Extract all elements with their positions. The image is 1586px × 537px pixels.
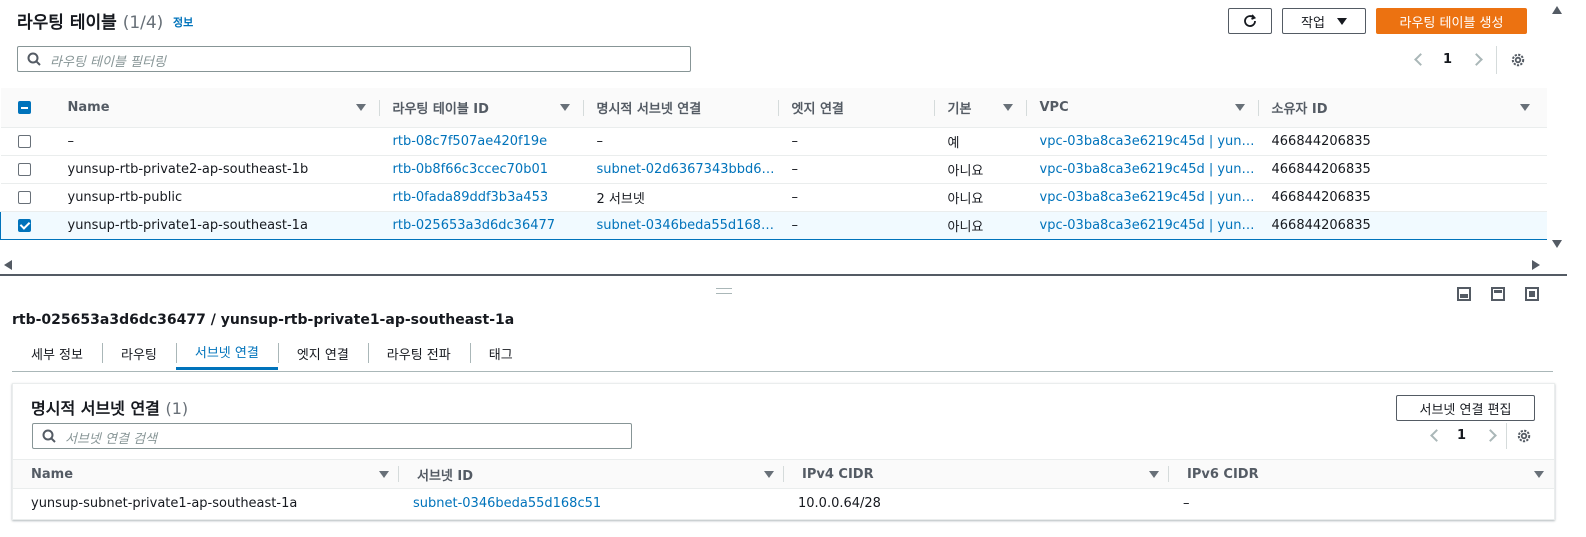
scroll-left-icon[interactable] — [4, 260, 12, 270]
table-row[interactable]: yunsup-rtb-public rtb-0fada89ddf3b3a453 … — [0, 183, 1548, 212]
subnet-association-table: Name 서브넷 ID IPv4 CIDR IPv6 CIDR yunsup-s… — [13, 459, 1554, 518]
vpc-link[interactable]: vpc-03ba8ca3e6219c45d | yunsup-vpc — [1027, 190, 1259, 205]
column-header-owner-id[interactable]: 소유자 ID — [1258, 88, 1548, 128]
search-icon — [27, 52, 41, 66]
tab-routes[interactable]: 라우팅 — [101, 336, 176, 370]
scroll-down-icon[interactable] — [1552, 240, 1562, 248]
subnet-pagination: 1 — [1430, 428, 1497, 443]
drag-handle-icon[interactable] — [716, 288, 732, 294]
horizontal-scrollbar[interactable] — [0, 256, 1547, 274]
subnet-association-search-input[interactable]: 서브넷 연결 검색 — [32, 423, 632, 449]
column-header-name[interactable]: Name — [13, 459, 399, 489]
search-icon — [42, 429, 56, 443]
actions-button[interactable]: 작업 — [1282, 8, 1366, 34]
divider — [1506, 423, 1507, 449]
row-checkbox[interactable] — [17, 135, 31, 148]
detail-tabs: 세부 정보 라우팅 서브넷 연결 엣지 연결 라우팅 전파 태그 — [12, 336, 1553, 372]
row-checkbox[interactable] — [18, 219, 31, 232]
column-header-subnet-id[interactable]: 서브넷 ID — [399, 459, 784, 489]
column-header-explicit-subnet[interactable]: 명시적 서브넷 연결 — [583, 88, 779, 128]
sort-icon — [1234, 104, 1245, 111]
route-table-id-link[interactable]: rtb-025653a3d6dc36477 — [380, 218, 584, 233]
scroll-up-icon[interactable] — [1552, 6, 1562, 14]
panel-side-icon[interactable] — [1491, 287, 1505, 301]
tab-route-propagation[interactable]: 라우팅 전파 — [367, 336, 470, 370]
chevron-left-icon[interactable] — [1414, 53, 1427, 66]
tab-edge-associations[interactable]: 엣지 연결 — [277, 336, 368, 370]
split-panel-divider[interactable] — [0, 274, 1567, 276]
table-row: yunsup-subnet-private1-ap-southeast-1a s… — [31, 496, 1190, 511]
divider — [1496, 46, 1497, 74]
split-panel-layout-controls — [1457, 287, 1539, 301]
caret-down-icon — [1336, 17, 1347, 25]
panel-bottom-icon[interactable] — [1457, 287, 1471, 301]
sort-icon — [1534, 470, 1544, 478]
page-number[interactable]: 1 — [1457, 428, 1466, 443]
section-title: 명시적 서브넷 연결 (1) — [31, 399, 189, 418]
page-number[interactable]: 1 — [1443, 52, 1452, 67]
gear-icon[interactable] — [1510, 52, 1526, 68]
sort-icon — [764, 470, 774, 478]
vpc-link[interactable]: vpc-03ba8ca3e6219c45d | yunsup-vpc — [1027, 134, 1259, 149]
table-row[interactable]: – rtb-08c7f507ae420f19e – – 예 vpc-03ba8c… — [0, 127, 1548, 156]
column-header-name[interactable]: Name — [54, 88, 380, 128]
route-table-id-link[interactable]: rtb-0b8f66c3ccec70b01 — [380, 162, 584, 177]
sort-icon — [355, 104, 366, 111]
detail-title: rtb-025653a3d6dc36477 / yunsup-rtb-priva… — [12, 312, 515, 328]
column-header-edge[interactable]: 엣지 연결 — [778, 88, 935, 128]
vpc-link[interactable]: vpc-03ba8ca3e6219c45d | yunsup-vpc — [1027, 218, 1259, 233]
edit-subnet-associations-button[interactable]: 서브넷 연결 편집 — [1396, 395, 1535, 421]
table-header-row: Name 서브넷 ID IPv4 CIDR IPv6 CIDR — [13, 459, 1554, 489]
panel-full-icon[interactable] — [1525, 287, 1539, 301]
info-link[interactable]: 정보 — [173, 14, 193, 30]
sort-icon — [379, 470, 389, 478]
vertical-scrollbar[interactable] — [1547, 0, 1567, 258]
column-header-main[interactable]: 기본 — [934, 88, 1027, 128]
table-row-selected[interactable]: yunsup-rtb-private1-ap-southeast-1a rtb-… — [0, 211, 1548, 240]
subnet-count-popover[interactable]: 2 서브넷 — [596, 192, 645, 207]
column-header-ipv4-cidr[interactable]: IPv4 CIDR — [784, 459, 1169, 489]
refresh-icon — [1244, 14, 1257, 27]
sort-icon — [1002, 104, 1013, 111]
sort-icon — [1149, 470, 1159, 478]
pagination: 1 — [1414, 52, 1483, 67]
column-header-route-table-id[interactable]: 라우팅 테이블 ID — [379, 88, 584, 128]
row-checkbox[interactable] — [17, 163, 31, 176]
subnet-link[interactable]: subnet-0346beda55d168c51 — [584, 218, 779, 233]
tab-details[interactable]: 세부 정보 — [12, 336, 102, 370]
subnet-id-link[interactable]: subnet-0346beda55d168c51 — [399, 496, 784, 511]
table-header-row: Name 라우팅 테이블 ID 명시적 서브넷 연결 엣지 연결 기본 VPC … — [0, 88, 1548, 128]
route-tables-panel: 라우팅 테이블 (1/4) 정보 작업 라우팅 테이블 생성 라우팅 테이블 필… — [0, 0, 1567, 275]
column-header-vpc[interactable]: VPC — [1026, 88, 1259, 128]
chevron-right-icon[interactable] — [1484, 429, 1497, 442]
column-header-ipv6-cidr[interactable]: IPv6 CIDR — [1169, 459, 1554, 489]
route-table-id-link[interactable]: rtb-08c7f507ae420f19e — [380, 134, 584, 149]
tab-subnet-associations[interactable]: 서브넷 연결 — [175, 336, 278, 370]
sort-icon — [559, 104, 570, 111]
route-table-list: Name 라우팅 테이블 ID 명시적 서브넷 연결 엣지 연결 기본 VPC … — [0, 88, 1548, 240]
scroll-right-icon[interactable] — [1532, 260, 1540, 270]
gear-icon[interactable] — [1516, 428, 1532, 444]
tab-tags[interactable]: 태그 — [469, 336, 532, 370]
sort-icon — [1519, 104, 1530, 111]
vpc-link[interactable]: vpc-03ba8ca3e6219c45d | yunsup-vpc — [1027, 162, 1259, 177]
explicit-subnet-associations-card: 명시적 서브넷 연결 (1) 서브넷 연결 편집 서브넷 연결 검색 1 Nam… — [12, 383, 1555, 520]
chevron-left-icon[interactable] — [1430, 429, 1443, 442]
row-checkbox[interactable] — [17, 191, 31, 204]
refresh-button[interactable] — [1228, 8, 1272, 34]
select-all-checkbox[interactable] — [17, 101, 31, 114]
create-route-table-button[interactable]: 라우팅 테이블 생성 — [1376, 8, 1527, 34]
page-title: 라우팅 테이블 (1/4) — [17, 13, 164, 33]
subnet-link[interactable]: subnet-02d6367343bbd6d58 — [584, 162, 779, 177]
chevron-right-icon[interactable] — [1470, 53, 1483, 66]
table-row[interactable]: yunsup-rtb-private2-ap-southeast-1b rtb-… — [0, 155, 1548, 184]
route-table-id-link[interactable]: rtb-0fada89ddf3b3a453 — [380, 190, 584, 205]
route-table-filter-input[interactable]: 라우팅 테이블 필터링 — [17, 46, 691, 72]
